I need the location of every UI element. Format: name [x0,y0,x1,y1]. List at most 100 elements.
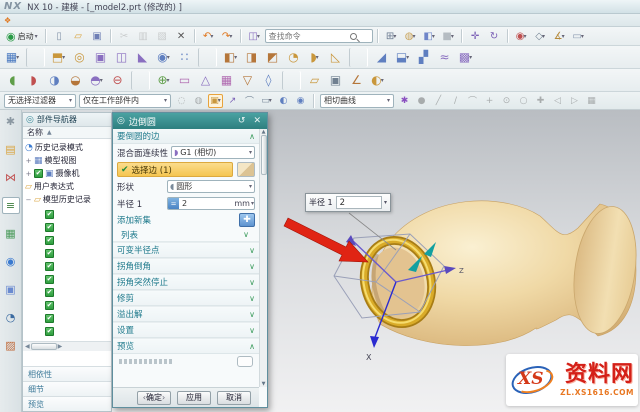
add-new-set-row[interactable]: 添加新集 ✚ [113,212,259,228]
hd3d-tools-icon[interactable]: ▣ [2,281,20,298]
dialog-title-bar[interactable]: ◎ 边倒圆 ↺ ✕ [113,113,267,129]
navigator-hscrollbar[interactable]: ◀ ▶ [23,341,111,351]
cylinder-icon[interactable]: ◫ [112,48,131,67]
dialog-reset-button[interactable]: ↺ [236,116,248,126]
section-corner-fillet[interactable]: 拐角倒角 ∨ [113,258,259,274]
dialog-scroll-thumb[interactable] [261,135,267,175]
curve-rule-combo[interactable]: 相切曲线▾ [320,94,394,108]
annotation-icon[interactable]: ▭▾ [570,29,587,44]
cancel-button[interactable]: 取消 [217,391,251,405]
offset-region-icon[interactable]: ◑ [45,71,64,90]
scene-settings-icon[interactable]: ∠ [347,71,366,90]
type-filter-combo[interactable]: 无选择过滤器▾ [4,94,76,108]
start-menu-button[interactable]: ◉ 启动 ▾ [3,28,41,44]
menu-information[interactable] [78,15,86,24]
move-object-icon[interactable]: ✛ [467,29,484,44]
wcs-select-icon[interactable]: ◉ [293,94,308,108]
menu-format[interactable] [46,15,54,24]
tree-feature[interactable]: ✔ [45,260,111,273]
measure-icon[interactable]: ∡▾ [551,29,568,44]
select-edge-row[interactable]: ✔ 选择边 (1) [117,162,233,177]
section-corner-stop[interactable]: 拐角突然停止 ∨ [113,274,259,290]
checkbox[interactable]: ✔ [45,262,54,271]
section-view-icon[interactable]: ◊ [259,71,278,90]
tree-model-views[interactable]: + ▦ 模型视图 [25,154,111,167]
onscreen-radius-input[interactable]: 半径 1 2 ▾ [305,193,391,212]
subtract-icon[interactable]: ◨ [242,48,261,67]
hq-image-icon[interactable]: ▣ [326,71,345,90]
tree-cameras[interactable]: + ✔ ▣ 摄像机 [25,167,111,180]
pull-face-icon[interactable]: ◗ [24,71,43,90]
history-icon[interactable]: ◔ [2,309,20,326]
menu-analysis[interactable] [86,15,94,24]
block-icon[interactable]: ▣ [91,48,110,67]
split-body-icon[interactable]: ▞ [414,48,433,67]
highlight-box-icon[interactable]: ▣▾ [208,94,223,108]
trim-body-icon[interactable]: ⬓▾ [393,48,412,67]
menu-gc-toolbox[interactable] [110,15,118,24]
navigator-column-header[interactable]: 名称 ▲ [23,127,111,139]
new-file-icon[interactable]: ▯ [51,29,68,44]
toolbar-icon[interactable] [110,29,112,43]
pattern-feature-icon[interactable]: ∷ [175,48,194,67]
open-file-icon[interactable]: ▱ [70,29,87,44]
select-handle-icon[interactable]: ↗ [225,94,240,108]
checkbox[interactable]: ✔ [45,327,54,336]
tree-feature[interactable]: ✔ [45,208,111,221]
checkbox[interactable]: ✔ [45,249,54,258]
enable-snap-icon[interactable]: ✱ [397,94,412,108]
sew-icon[interactable]: ≈ [435,48,454,67]
tree-feature[interactable]: ✔ [45,221,111,234]
section-edge-to-blend[interactable]: 要倒圆的边 ∧ [113,129,259,144]
reuse-library-icon[interactable]: ▦ [2,225,20,242]
delete-face-icon[interactable]: ⊖ [108,71,127,90]
replace-face-icon[interactable]: ◒ [66,71,85,90]
tree-feature[interactable]: ✔ [45,286,111,299]
section-overflow[interactable]: 溢出解 ∨ [113,306,259,322]
datum-symbol-icon[interactable]: △ [196,71,215,90]
ok-button[interactable]: 确定 [137,391,171,405]
toolbar-icon[interactable] [507,29,509,43]
toolbar-icon[interactable] [131,71,150,90]
move-face-icon[interactable]: ◖ [3,71,22,90]
toolbar-icon[interactable] [349,48,368,67]
draft-icon[interactable]: ◢ [372,48,391,67]
checkbox[interactable]: ✔ [34,169,43,178]
nav-section-details[interactable]: 细节 [23,381,111,396]
menu-assemblies[interactable] [62,15,70,24]
section-settings[interactable]: 设置 ∨ [113,322,259,338]
constraint-navigator-icon[interactable]: ⋈ [2,169,20,186]
checkbox[interactable]: ✔ [45,314,54,323]
pmi-dimension-icon[interactable]: ⊕▾ [154,71,173,90]
checkbox[interactable]: ✔ [45,288,54,297]
rotate-view-icon[interactable]: ↻ [486,29,503,44]
window-layout-icon[interactable]: ⊞▾ [383,29,400,44]
menu-insert[interactable] [38,15,46,24]
scroll-thumb[interactable] [31,343,57,350]
section-preview[interactable]: 预览 ∧ [113,338,259,354]
shaded-select-icon[interactable]: ◐ [276,94,291,108]
menu-view[interactable] [30,15,38,24]
tree-history-mode[interactable]: ◔ 历史记录模式 [25,141,111,154]
apply-button[interactable]: 应用 [177,391,211,405]
surface-finish-icon[interactable]: ▽ [238,71,257,90]
menu-preferences[interactable] [94,15,102,24]
tree-feature[interactable]: ✔ [45,273,111,286]
intersect-icon[interactable]: ◩ [263,48,282,67]
nav-section-preview[interactable]: 预览 [23,396,111,411]
list-section[interactable]: 列表 ∨ [113,228,259,242]
shape-combo[interactable]: ◖ 圆形 ▾ [167,180,255,193]
search-input[interactable] [269,32,347,41]
toolbar-icon[interactable] [240,29,242,43]
sketch-icon[interactable]: ▦▾ [3,48,22,67]
resize-blend-icon[interactable]: ◓▾ [87,71,106,90]
rectangle-select-icon[interactable]: ▭▾ [259,94,274,108]
delete-icon[interactable]: ✕ [173,29,190,44]
tree-model-history[interactable]: − ▱ 模型历史记录 [25,193,111,206]
scroll-right-icon[interactable]: ▶ [58,343,63,350]
web-browser-icon[interactable]: ◉ [2,253,20,270]
roles-gear-icon[interactable]: ✱ [2,113,20,130]
extrude-icon[interactable]: ⬒▾ [49,48,68,67]
radius-options-caret[interactable]: ▾ [384,199,387,206]
lasso-icon[interactable]: ⌒ [242,94,257,108]
